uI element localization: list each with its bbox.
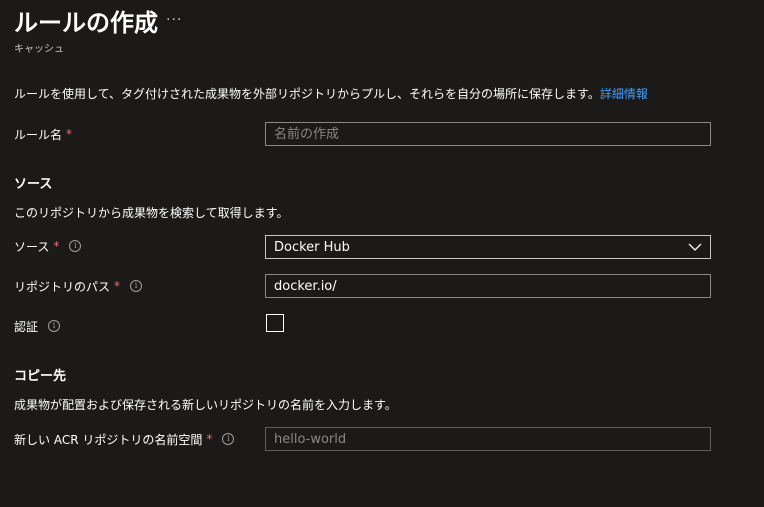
info-icon[interactable]: i xyxy=(48,320,61,332)
source-dropdown[interactable]: Docker Hub xyxy=(265,235,711,259)
source-heading: ソース xyxy=(14,177,53,192)
intro-description: ルールを使用して、タグ付けされた成果物を外部リポジトリからプルし、それらを自分の… xyxy=(14,87,600,101)
page-title: ルールの作成 xyxy=(14,9,158,37)
repo-path-input[interactable] xyxy=(265,274,711,298)
namespace-label: 新しい ACR リポジトリの名前空間 * i xyxy=(14,429,235,449)
destination-heading: コピー先 xyxy=(14,369,67,384)
info-icon[interactable]: i xyxy=(69,240,82,252)
namespace-input[interactable] xyxy=(265,427,711,451)
source-label-text: ソース xyxy=(14,239,50,254)
rule-name-label-text: ルール名 xyxy=(14,127,63,142)
required-marker: * xyxy=(114,279,121,293)
info-icon[interactable]: i xyxy=(222,433,235,445)
page-subtitle: キャッシュ xyxy=(14,44,64,55)
repo-path-label-text: リポジトリのパス xyxy=(14,279,111,294)
chevron-down-icon xyxy=(688,243,702,251)
repo-path-label: リポジトリのパス * i xyxy=(14,276,143,296)
source-label: ソース * i xyxy=(14,236,82,256)
auth-checkbox[interactable] xyxy=(266,314,284,332)
more-options-button[interactable]: ··· xyxy=(166,12,182,28)
rule-name-input[interactable] xyxy=(265,122,711,146)
info-icon[interactable]: i xyxy=(130,280,143,292)
required-marker: * xyxy=(66,127,73,141)
namespace-label-text: 新しい ACR リポジトリの名前空間 xyxy=(14,432,203,447)
source-selected-value: Docker Hub xyxy=(274,239,350,255)
auth-label-text: 認証 xyxy=(14,319,39,334)
required-marker: * xyxy=(206,432,213,446)
create-rule-panel: ルールの作成 ··· キャッシュ ルールを使用して、タグ付けされた成果物を外部リ… xyxy=(0,0,764,507)
intro-text: ルールを使用して、タグ付けされた成果物を外部リポジトリからプルし、それらを自分の… xyxy=(14,85,648,102)
destination-description: 成果物が配置および保存される新しいリポジトリの名前を入力します。 xyxy=(14,398,397,412)
rule-name-label: ルール名 * xyxy=(14,124,72,144)
required-marker: * xyxy=(53,239,60,253)
auth-label: 認証 i xyxy=(14,316,61,336)
learn-more-link[interactable]: 詳細情報 xyxy=(600,87,648,101)
source-description: このリポジトリから成果物を検索して取得します。 xyxy=(14,206,289,220)
